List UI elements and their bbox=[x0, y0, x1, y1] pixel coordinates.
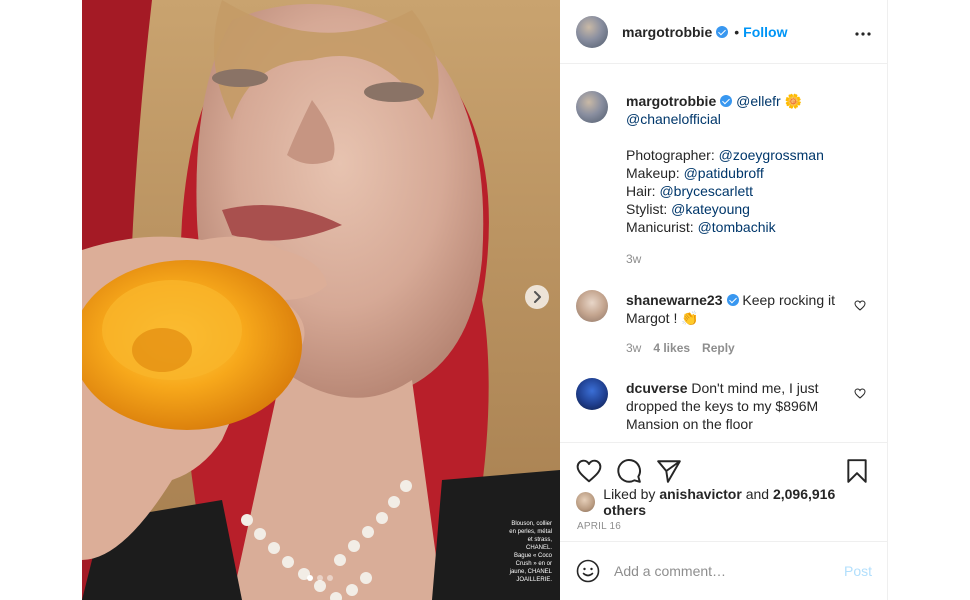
bookmark-icon[interactable] bbox=[846, 458, 868, 484]
caption-author-avatar[interactable] bbox=[576, 91, 608, 123]
mention-link[interactable]: @zoeygrossman bbox=[719, 147, 824, 163]
mention-link[interactable]: @tombachik bbox=[698, 219, 776, 235]
post-caption: margotrobbie @ellefr 🌼 @chanelofficial P… bbox=[560, 64, 888, 268]
commenter-username[interactable]: shanewarne23 bbox=[626, 292, 723, 308]
comment-item: shanewarne23 Keep rocking it Margot ! 👏 … bbox=[560, 290, 888, 357]
author-avatar[interactable] bbox=[576, 15, 608, 48]
add-comment-bar: Post bbox=[560, 541, 888, 600]
credit-line: Hair: @brycescarlett bbox=[626, 183, 754, 199]
comment-timestamp[interactable]: 3w bbox=[626, 339, 641, 357]
post-header: margotrobbie • Follow bbox=[560, 0, 887, 64]
follow-button[interactable]: Follow bbox=[743, 24, 787, 40]
mention-link[interactable]: @kateyoung bbox=[671, 201, 750, 217]
carousel-dot-active bbox=[307, 575, 313, 581]
commenter-avatar[interactable] bbox=[576, 290, 608, 322]
commenter-avatar[interactable] bbox=[576, 378, 608, 410]
caption-timestamp[interactable]: 3w bbox=[626, 250, 641, 268]
carousel-dots bbox=[307, 575, 333, 581]
post-image bbox=[82, 0, 560, 600]
credit-line: Makeup: @patidubroff bbox=[626, 165, 764, 181]
likes-summary: Liked by anishavictor and 2,096,916 othe… bbox=[560, 486, 888, 518]
liker-avatar[interactable] bbox=[576, 492, 596, 512]
comment-item: dcuverse Don't mind me, I just dropped t… bbox=[560, 378, 888, 433]
credit-line: Photographer: @zoeygrossman bbox=[626, 147, 824, 163]
likes-conjunction: and bbox=[741, 486, 773, 502]
credit-line: Stylist: @kateyoung bbox=[626, 201, 750, 217]
commenter-username[interactable]: dcuverse bbox=[626, 380, 687, 396]
author-username[interactable]: margotrobbie bbox=[622, 24, 712, 40]
more-options-icon[interactable] bbox=[855, 23, 871, 41]
share-paper-plane-icon[interactable] bbox=[656, 459, 682, 483]
post-comment-button[interactable]: Post bbox=[844, 563, 872, 579]
verified-badge-icon bbox=[720, 95, 733, 107]
caption-author-username[interactable]: margotrobbie bbox=[626, 93, 716, 109]
verified-badge-icon bbox=[726, 294, 739, 306]
follow-separator: • bbox=[734, 23, 740, 40]
liker-username[interactable]: anishavictor bbox=[659, 486, 741, 502]
next-photo-button[interactable] bbox=[525, 285, 549, 309]
comment-likes[interactable]: 4 likes bbox=[653, 339, 690, 357]
likes-prefix: Liked by bbox=[603, 486, 660, 502]
post-side-panel: margotrobbie • Follow margotrobbie @elle… bbox=[560, 0, 888, 600]
reply-button[interactable]: Reply bbox=[702, 339, 735, 357]
post-photo[interactable]: Blouson, collier en perles, métal et str… bbox=[82, 0, 560, 600]
mention-link[interactable]: @patidubroff bbox=[684, 165, 764, 181]
comments-list[interactable]: margotrobbie @ellefr 🌼 @chanelofficial P… bbox=[560, 64, 888, 442]
mention-link[interactable]: @chanelofficial bbox=[626, 111, 721, 127]
flower-emoji: 🌼 bbox=[784, 93, 803, 109]
comment-input[interactable] bbox=[614, 563, 836, 579]
post-actions: Liked by anishavictor and 2,096,916 othe… bbox=[560, 442, 888, 532]
like-comment-heart-icon[interactable] bbox=[854, 298, 866, 314]
comment-bubble-icon[interactable] bbox=[616, 458, 642, 484]
carousel-dot bbox=[317, 575, 323, 581]
mention-link[interactable]: @ellefr bbox=[736, 93, 781, 109]
like-comment-heart-icon[interactable] bbox=[854, 386, 866, 402]
verified-badge-icon bbox=[716, 25, 729, 38]
emoji-smiley-icon[interactable] bbox=[576, 559, 600, 583]
photo-credit-caption: Blouson, collier en perles, métal et str… bbox=[509, 521, 552, 583]
carousel-dot bbox=[327, 575, 333, 581]
like-heart-icon[interactable] bbox=[576, 459, 602, 483]
chevron-right-icon bbox=[534, 291, 541, 303]
mention-link[interactable]: @brycescarlett bbox=[659, 183, 753, 199]
credit-line: Manicurist: @tombachik bbox=[626, 219, 776, 235]
